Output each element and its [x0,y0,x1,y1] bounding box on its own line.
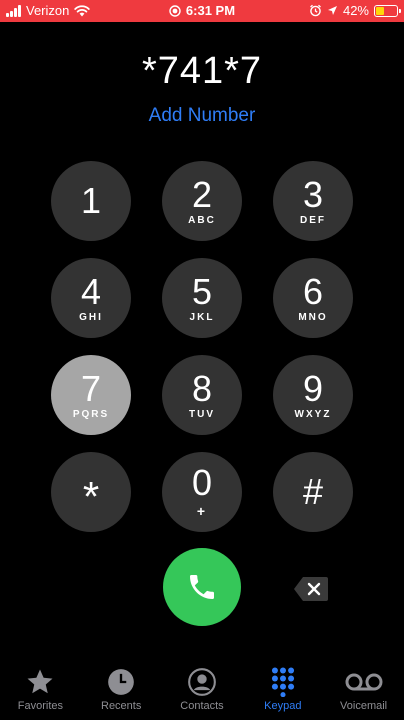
key-digit: 0 [191,462,213,503]
tab-favorites[interactable]: Favorites [0,664,80,712]
key-letters: TUV [189,408,215,420]
backspace-icon [294,577,328,601]
key-digit: 1 [80,180,102,221]
key-letters: ABC [188,214,216,226]
key-1[interactable]: 1 [51,161,131,241]
location-icon [327,6,337,15]
star-icon [27,669,53,694]
delete-button[interactable] [293,576,329,602]
key-letters: JKL [189,311,215,323]
key-0[interactable]: 0 + [162,452,242,532]
person-icon [188,668,216,696]
key-letters: DEF [300,214,326,226]
add-number-link[interactable]: Add Number [0,105,404,127]
key-digit: 5 [191,270,213,312]
key-6[interactable]: 6 MNO [273,258,353,338]
key-letters: + [196,503,208,519]
battery-icon [374,4,401,17]
key-digit: 9 [302,367,324,409]
tab-bar: Favorites Recents Contacts Keypad Voicem… [0,664,404,720]
key-4[interactable]: 4 GHI [51,258,131,338]
tab-recents[interactable]: Recents [81,664,161,712]
voicemail-icon [345,673,383,691]
key-digit: # [302,471,324,512]
key-5[interactable]: 5 JKL [162,258,242,338]
tab-label: Recents [101,700,142,712]
screen-record-icon [169,4,181,17]
phone-icon [190,575,214,599]
key-digit: 2 [191,173,213,215]
clock-icon [108,669,135,695]
key-letters: GHI [79,311,103,323]
tab-label: Contacts [180,700,224,712]
battery-percent: 42% [342,3,369,18]
key-digit: * [82,473,100,520]
keypad-icon [271,667,294,697]
tab-label: Keypad [264,700,302,712]
key-2[interactable]: 2 ABC [162,161,242,241]
key-8[interactable]: 8 TUV [162,355,242,435]
key-digit: 4 [80,270,102,312]
tab-label: Favorites [17,700,64,712]
status-bar: Verizon 6:31 PM 42% [0,0,404,22]
key-digit: 6 [302,270,324,312]
key-hash[interactable]: # [273,452,353,532]
tab-voicemail[interactable]: Voicemail [324,664,404,712]
key-letters: WXYZ [294,408,332,420]
call-button[interactable] [163,548,241,626]
tab-keypad[interactable]: Keypad [243,664,323,712]
key-digit: 7 [80,367,102,409]
key-letters: MNO [298,311,328,323]
status-time: 6:31 PM [185,3,236,18]
status-right: 42% [309,3,401,18]
tab-label: Voicemail [340,700,388,712]
key-digit: 8 [191,367,213,409]
key-star[interactable]: * [51,452,131,532]
alarm-icon [310,4,321,17]
key-letters: PQRS [72,408,110,420]
key-digit: 3 [302,173,324,215]
dialed-number: *741*7 [141,50,263,92]
key-3[interactable]: 3 DEF [273,161,353,241]
key-9[interactable]: 9 WXYZ [273,355,353,435]
tab-contacts[interactable]: Contacts [162,664,242,712]
key-7[interactable]: 7 PQRS [51,355,131,435]
phone-screen: Verizon 6:31 PM 42% *741*7 Add Number 1 … [0,0,404,720]
